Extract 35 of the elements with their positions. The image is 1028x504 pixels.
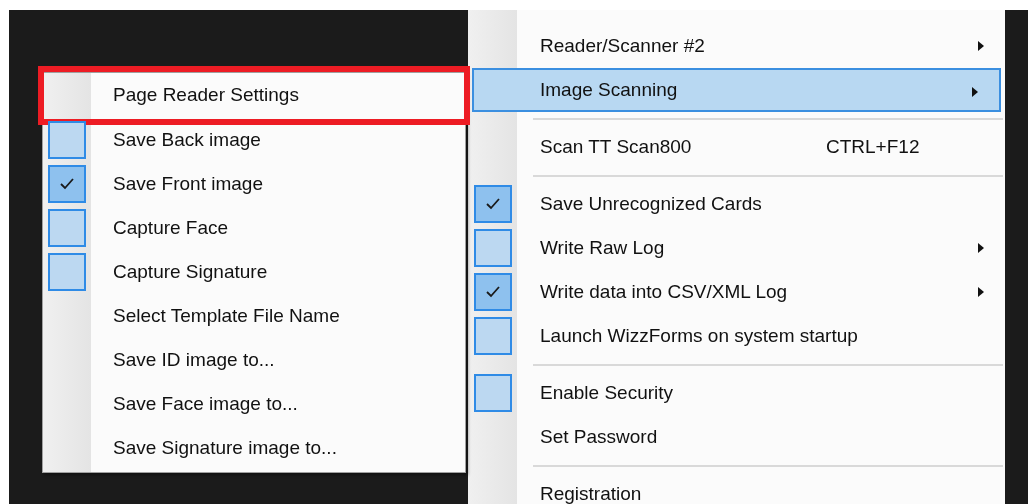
checked-checkbox[interactable]	[474, 273, 512, 311]
menu-item[interactable]: Write data into CSV/XML Log	[468, 270, 1005, 314]
menu-item[interactable]: Launch WizzForms on system startup	[468, 314, 1005, 358]
checkbox[interactable]	[474, 374, 512, 412]
menu-item[interactable]: Save ID image to...	[43, 338, 465, 382]
checked-checkbox[interactable]	[474, 185, 512, 223]
check-icon	[486, 286, 500, 298]
checkbox[interactable]	[474, 229, 512, 267]
checkbox[interactable]	[48, 253, 86, 291]
menu-item[interactable]: Image Scanning	[472, 68, 1001, 112]
checked-checkbox[interactable]	[48, 165, 86, 203]
submenu-arrow-icon	[971, 86, 979, 98]
checkbox[interactable]	[474, 317, 512, 355]
menu-item[interactable]: Save Front image	[43, 162, 465, 206]
menu-item[interactable]: Capture Face	[43, 206, 465, 250]
menu-item[interactable]: Save Face image to...	[43, 382, 465, 426]
checkbox[interactable]	[48, 209, 86, 247]
checkbox[interactable]	[48, 121, 86, 159]
shortcut-label: CTRL+F12	[826, 134, 920, 159]
menu-item[interactable]: Save Signature image to...	[43, 426, 465, 470]
submenu-arrow-icon	[977, 242, 985, 254]
check-icon	[60, 178, 74, 190]
check-icon	[486, 198, 500, 210]
menu-item[interactable]: Select Template File Name	[43, 294, 465, 338]
menu-item[interactable]: Set Password	[468, 415, 1005, 459]
menu-item[interactable]: Reader/Scanner #2	[468, 24, 1005, 68]
menu-item[interactable]: Save Unrecognized Cards	[468, 182, 1005, 226]
menu-item[interactable]: Enable Security	[468, 371, 1005, 415]
menu-item[interactable]: Capture Signature	[43, 250, 465, 294]
menu-item[interactable]: Write Raw Log	[468, 226, 1005, 270]
submenu-arrow-icon	[977, 40, 985, 52]
menu-item[interactable]: Scan TT Scan800 CTRL+F12	[468, 125, 1005, 169]
menu-item[interactable]: Page Reader Settings	[38, 66, 470, 125]
menu-item[interactable]: Registration	[468, 472, 1005, 504]
submenu-arrow-icon	[977, 286, 985, 298]
